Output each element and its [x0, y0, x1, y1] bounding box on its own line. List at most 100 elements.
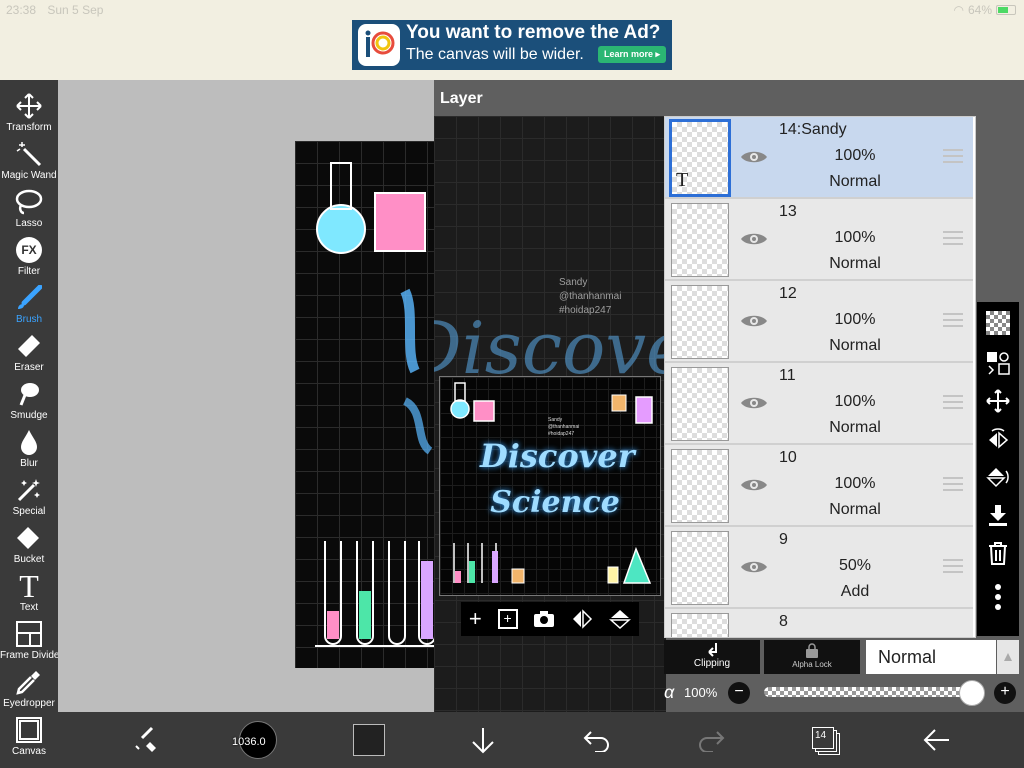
layer-opacity: 100%: [834, 393, 876, 410]
flip-layer-vertical-button[interactable]: [977, 458, 1019, 496]
transparent-fill-button[interactable]: [977, 304, 1019, 342]
drag-handle-icon[interactable]: [943, 395, 963, 413]
transform-icon: [16, 93, 42, 119]
tool-transform[interactable]: Transform: [0, 90, 58, 138]
tool-special[interactable]: Special: [0, 474, 58, 522]
drag-handle-icon[interactable]: [943, 559, 963, 577]
preview-credit-name: Sandy: [548, 417, 563, 423]
visibility-eye-icon[interactable]: [740, 559, 768, 575]
tool-canvas[interactable]: Canvas: [0, 714, 58, 762]
add-layer-copy-icon[interactable]: +: [497, 609, 518, 629]
arrow-down-icon: [472, 728, 494, 754]
drag-handle-icon[interactable]: [943, 149, 963, 167]
visibility-eye-icon[interactable]: [740, 313, 768, 329]
brush-size-button[interactable]: 1036.0: [232, 721, 278, 759]
layer-thumbnail: [671, 531, 729, 605]
delete-layer-button[interactable]: [977, 534, 1019, 572]
back-button[interactable]: [920, 722, 954, 758]
drag-handle-icon[interactable]: [943, 477, 963, 495]
tool-blur[interactable]: Blur: [0, 426, 58, 474]
layer-thumbnail: [671, 449, 729, 523]
layer-row[interactable]: T 14:Sandy 100% Normal: [665, 117, 973, 199]
camera-icon[interactable]: [533, 610, 555, 628]
move-layer-button[interactable]: [977, 382, 1019, 420]
convert-icon: [987, 352, 1010, 375]
tool-filter[interactable]: FX Filter: [0, 234, 58, 282]
layer-list[interactable]: T 14:Sandy 100% Normal 13 100% Normal 12…: [664, 116, 976, 638]
learn-more-button[interactable]: Learn more ▸: [597, 46, 666, 63]
blend-mode-dropdown-icon[interactable]: [997, 640, 1019, 674]
filter-icon: FX: [16, 237, 42, 263]
alpha-lock-button[interactable]: Alpha Lock: [764, 640, 860, 674]
tool-bucket[interactable]: Bucket: [0, 522, 58, 570]
drag-handle-icon[interactable]: [943, 231, 963, 249]
layer-row[interactable]: 9 50% Add: [665, 527, 973, 609]
blur-icon: [21, 430, 37, 455]
wifi-icon: ◠: [953, 3, 964, 17]
flip-horizontal-icon[interactable]: [571, 609, 593, 629]
undo-button[interactable]: [580, 722, 614, 758]
tool-eyedropper[interactable]: Eyedropper: [0, 666, 58, 714]
brush-eraser-swap-icon: [135, 726, 156, 752]
canvas-preview[interactable]: Sandy @thanhanmai #hoidap247 Discover Sc…: [439, 376, 661, 596]
layer-opacity: 100%: [834, 311, 876, 328]
more-vertical-icon: [995, 584, 1001, 610]
tool-label: Lasso: [15, 218, 43, 229]
layer-thumbnail: [671, 203, 729, 277]
tool-magic-wand[interactable]: Magic Wand: [0, 138, 58, 186]
tool-label: Frame Divider: [0, 650, 63, 661]
visibility-eye-icon[interactable]: [740, 149, 768, 165]
opacity-increase-button[interactable]: +: [994, 682, 1016, 704]
layer-name: 14:Sandy: [779, 121, 847, 138]
visibility-eye-icon[interactable]: [740, 477, 768, 493]
opacity-decrease-button[interactable]: −: [728, 682, 750, 704]
layer-convert-button[interactable]: [977, 344, 1019, 382]
quick-tool-button[interactable]: [128, 722, 164, 758]
layer-name: 11: [779, 367, 796, 384]
preview-credit-handle: @thanhanmai: [548, 424, 580, 430]
flip-layer-horizontal-button[interactable]: [977, 420, 1019, 458]
layer-row[interactable]: 10 100% Normal: [665, 445, 973, 527]
tool-text[interactable]: T Text: [0, 568, 58, 618]
layer-row[interactable]: 8: [665, 609, 973, 637]
brush-icon: [18, 285, 42, 309]
more-options-button[interactable]: [977, 578, 1019, 616]
tool-label: Brush: [15, 314, 43, 325]
layer-name: 8: [779, 613, 788, 630]
bottom-bar: 1036.0 14: [58, 712, 1024, 768]
checker-icon: [986, 311, 1010, 335]
layer-row[interactable]: 12 100% Normal: [665, 281, 973, 363]
flip-vertical-icon: [986, 468, 1009, 488]
blend-mode-select[interactable]: Normal: [866, 640, 996, 674]
tool-lasso[interactable]: Lasso: [0, 186, 58, 234]
tool-label: Magic Wand: [1, 170, 57, 181]
clipping-button[interactable]: Clipping: [664, 640, 760, 674]
download-button[interactable]: [466, 722, 500, 758]
add-layer-icon[interactable]: +: [469, 606, 482, 632]
special-icon: [17, 479, 40, 502]
opacity-slider[interactable]: [764, 687, 974, 697]
opacity-slider-knob[interactable]: [959, 680, 985, 706]
ad-banner[interactable]: You want to remove the Ad? The canvas wi…: [352, 20, 672, 70]
opacity-value: 100%: [684, 685, 718, 700]
tool-brush[interactable]: Brush: [0, 282, 58, 330]
layer-row[interactable]: 11 100% Normal: [665, 363, 973, 445]
redo-button[interactable]: [694, 722, 728, 758]
visibility-eye-icon[interactable]: [740, 395, 768, 411]
visibility-eye-icon[interactable]: [740, 231, 768, 247]
tool-eraser[interactable]: Eraser: [0, 330, 58, 378]
drag-handle-icon[interactable]: [943, 313, 963, 331]
merge-down-button[interactable]: [977, 496, 1019, 534]
redo-icon: [699, 731, 725, 752]
ad-headline: You want to remove the Ad?: [406, 22, 661, 43]
flip-vertical-icon[interactable]: [609, 609, 632, 629]
artwork-canvas[interactable]: [295, 141, 435, 668]
status-date: Sun 5 Sep: [47, 3, 104, 17]
layer-row[interactable]: 13 100% Normal: [665, 199, 973, 281]
tool-smudge[interactable]: Smudge: [0, 378, 58, 426]
flip-horizontal-icon: [989, 428, 1009, 449]
color-swatch-button[interactable]: [352, 722, 386, 758]
tool-frame-divider[interactable]: Frame Divider: [0, 618, 63, 666]
layer-opacity: 100%: [834, 229, 876, 246]
layers-button[interactable]: 14: [808, 722, 842, 758]
